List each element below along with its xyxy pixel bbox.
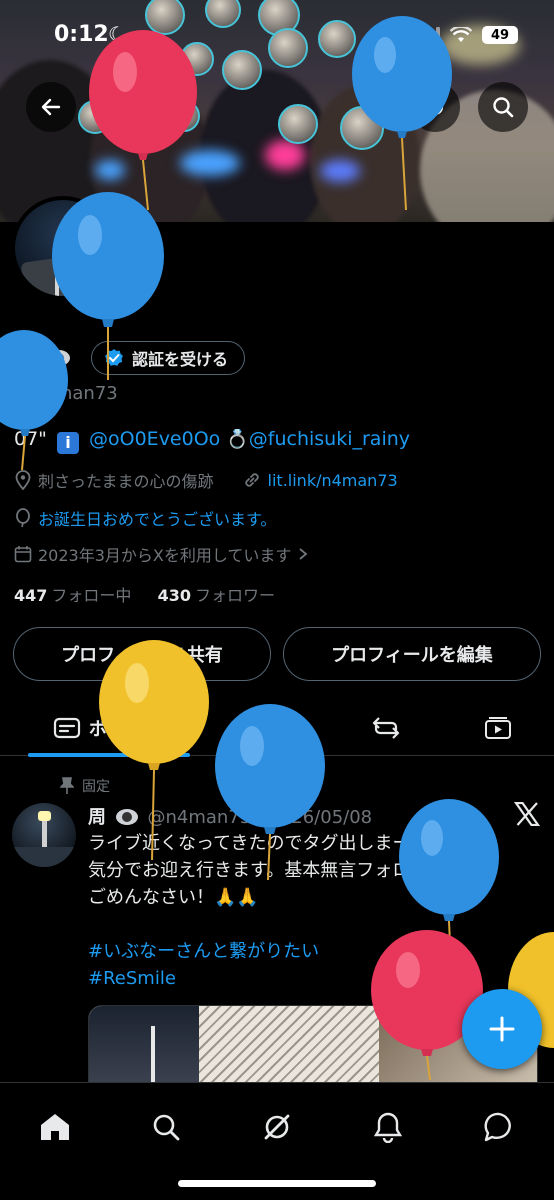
nav-messages[interactable] — [471, 1099, 527, 1155]
joined-text: 2023年3月からXを利用しています — [38, 546, 292, 565]
pinned-label: 固定 — [82, 779, 110, 795]
video-icon — [485, 717, 511, 739]
display-name: 周 — [14, 346, 38, 374]
location-text: 刺さったままの心の傷跡 — [38, 472, 214, 491]
bell-icon — [373, 1112, 403, 1143]
balloon-icon — [16, 508, 30, 528]
following-label: フォロー中 — [51, 586, 132, 605]
battery-indicator: 49 — [482, 26, 518, 44]
home-icon — [41, 1114, 69, 1140]
post-line: ライブ近くなってきたのでタグ出しまーす！ — [88, 833, 447, 854]
cellular-signal-icon — [418, 27, 440, 43]
bio-prefix: 07" — [14, 428, 47, 450]
nav-explore[interactable] — [138, 1099, 194, 1155]
followers-label: フォロワー — [195, 586, 276, 605]
pin-icon — [60, 777, 74, 794]
following-count: 447 — [14, 586, 48, 605]
reply-icon — [258, 719, 282, 740]
profile-tabs: ポスト — [0, 700, 554, 757]
profile-bio: 07" i @oO0Eve0Oo 💍@fuchisuki_rainy — [14, 428, 410, 454]
info-icon: i — [56, 432, 79, 454]
refresh-button[interactable] — [410, 82, 460, 132]
link-icon — [244, 473, 259, 487]
x-logo-icon[interactable] — [514, 802, 540, 826]
wifi-icon — [450, 27, 472, 42]
profile-name-row: 周 — [14, 340, 72, 375]
tab-posts[interactable]: ポスト — [28, 700, 190, 757]
verified-badge-icon — [105, 349, 123, 366]
post-handle-date: @n4man73 · 2026/05/08 — [147, 807, 373, 828]
compose-button[interactable] — [462, 989, 542, 1069]
get-verified-button[interactable]: 認証を受ける — [91, 341, 246, 375]
tab-media[interactable] — [468, 700, 528, 756]
posts-icon — [53, 717, 81, 739]
birthday-row: お誕生日おめでとうございます。 — [14, 506, 276, 530]
grok-icon — [264, 1114, 290, 1140]
bio-mention-1[interactable]: @oO0Eve0Oo — [89, 428, 220, 450]
post-body: ライブ近くなってきたのでタグ出しまーす！ 気分でお迎え行きます。基本無言フォロー… — [88, 830, 538, 992]
chevron-down-icon — [152, 724, 164, 732]
bio-mention-2[interactable]: @fuchisuki_rainy — [249, 428, 410, 450]
search-button[interactable] — [478, 82, 528, 132]
profile-handle: @n4man73 — [14, 383, 118, 404]
home-indicator — [178, 1180, 376, 1187]
chevron-right-icon — [299, 548, 308, 560]
back-button[interactable] — [26, 82, 76, 132]
search-icon — [153, 1114, 180, 1141]
hashtag-link[interactable]: #いぶなーさんと繋がりたい — [88, 938, 538, 965]
tab-reposts[interactable] — [356, 700, 416, 756]
birthday-text[interactable]: お誕生日おめでとうございます。 — [38, 506, 276, 530]
moon-icon: ☾ — [108, 22, 126, 46]
status-time: 0:12 — [54, 22, 109, 47]
nav-notifications[interactable] — [360, 1099, 416, 1155]
get-verified-label: 認証を受ける — [132, 350, 229, 369]
post-line: ごめんなさい！🙏🙏 — [88, 887, 259, 908]
share-profile-button[interactable]: プロフィールを共有 — [13, 627, 271, 681]
post-author-name[interactable]: 周 — [88, 807, 106, 828]
profile-avatar[interactable] — [11, 196, 115, 300]
message-icon — [484, 1112, 511, 1142]
website-link[interactable]: lit.link/n4man73 — [268, 471, 398, 490]
edit-profile-label: プロフィールを編集 — [331, 645, 493, 666]
pinned-indicator: 固定 — [60, 776, 110, 796]
edit-profile-button[interactable]: プロフィールを編集 — [283, 627, 541, 681]
back-arrow-icon — [41, 98, 61, 116]
ring-icon: 💍 — [226, 429, 249, 450]
followers-count: 430 — [157, 586, 192, 605]
hashtag-link[interactable]: #ReSmile — [88, 965, 538, 992]
nav-grok[interactable] — [249, 1099, 305, 1155]
plus-icon — [489, 1016, 515, 1042]
tab-replies[interactable] — [240, 700, 300, 756]
status-bar: 0:12 ☾ 49 — [0, 0, 554, 72]
followers-stat[interactable]: 430 フォロワー — [158, 586, 275, 605]
post-line: 気分でお迎え行きます。基本無言フォローです。 — [88, 860, 480, 881]
eye-icon — [115, 809, 138, 825]
post-header: 周 @n4man73 · 2026/05/08 — [88, 803, 372, 829]
following-stat[interactable]: 447 フォロー中 — [14, 586, 131, 605]
location-icon — [15, 470, 31, 490]
calendar-icon — [14, 546, 32, 563]
eye-icon — [48, 349, 70, 366]
share-profile-label: プロフィールを共有 — [61, 645, 223, 666]
follow-stats: 447 フォロー中 430 フォロワー — [14, 582, 275, 606]
refresh-icon — [426, 97, 444, 116]
repost-icon — [372, 717, 400, 739]
post-author-avatar[interactable] — [12, 803, 76, 867]
nav-home[interactable] — [27, 1099, 83, 1155]
active-tab-indicator — [28, 753, 190, 757]
tab-posts-label: ポスト — [89, 719, 143, 740]
search-icon — [493, 97, 514, 118]
joined-row[interactable]: 2023年3月からXを利用しています — [14, 542, 309, 566]
location-row: 刺さったままの心の傷跡 lit.link/n4man73 — [14, 468, 398, 492]
